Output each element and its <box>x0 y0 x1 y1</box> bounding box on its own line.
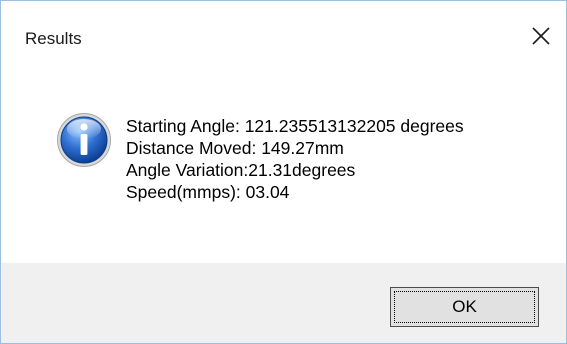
message-line-angle-variation: Angle Variation:21.31degrees <box>126 160 356 180</box>
window-title: Results <box>25 29 82 48</box>
results-dialog: Results Starting Angle: 121.235513132205… <box>0 0 567 344</box>
message-area: Starting Angle: 121.235513132205 degrees… <box>1 79 566 263</box>
button-bar: OK <box>1 263 566 343</box>
message-line-speed: Speed(mmps): 03.04 <box>126 182 290 202</box>
message-text: Starting Angle: 121.235513132205 degrees… <box>126 115 464 203</box>
ok-button-label: OK <box>452 297 477 316</box>
title-bar[interactable]: Results <box>1 1 566 79</box>
close-button[interactable] <box>524 19 558 53</box>
ok-button[interactable]: OK <box>390 287 539 327</box>
message-line-starting-angle: Starting Angle: 121.235513132205 degrees <box>126 116 464 136</box>
close-icon <box>532 27 550 45</box>
info-icon <box>57 113 111 167</box>
message-line-distance-moved: Distance Moved: 149.27mm <box>126 138 344 158</box>
